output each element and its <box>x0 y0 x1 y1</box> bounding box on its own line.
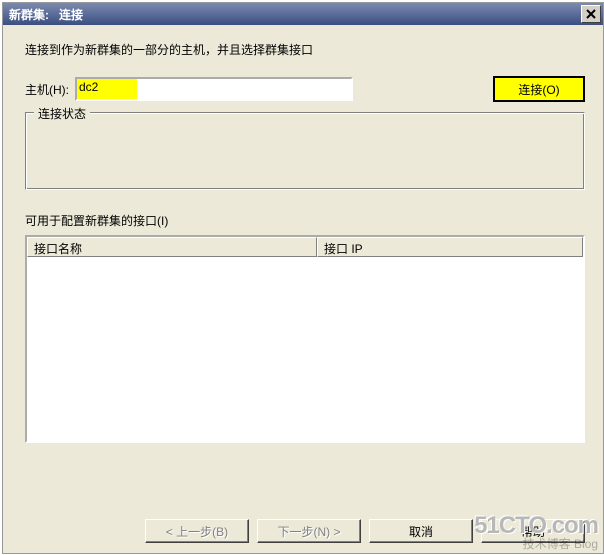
wizard-button-row: < 上一步(B) 下一步(N) > 取消 帮助 <box>3 519 603 543</box>
host-row: 主机(H): dc2 连接(O) <box>25 76 585 102</box>
status-groupbox-legend: 连接状态 <box>34 105 90 122</box>
cancel-button-label: 取消 <box>409 523 433 540</box>
close-button[interactable] <box>581 5 601 23</box>
cancel-button[interactable]: 取消 <box>369 519 473 543</box>
next-button: 下一步(N) > <box>257 519 361 543</box>
list-body <box>27 257 583 441</box>
help-button[interactable]: 帮助 <box>481 519 585 543</box>
host-input-value: dc2 <box>79 80 98 94</box>
back-button-label: < 上一步(B) <box>166 523 228 540</box>
status-groupbox: 连接状态 <box>25 112 585 190</box>
host-input[interactable]: dc2 <box>75 77 353 101</box>
client-area: 连接到作为新群集的一部分的主机，并且选择群集接口 主机(H): dc2 连接(O… <box>3 25 603 553</box>
connect-button-label: 连接(O) <box>518 81 559 98</box>
window-title: 新群集: 连接 <box>9 6 579 23</box>
titlebar: 新群集: 连接 <box>3 3 603 25</box>
available-interfaces-label: 可用于配置新群集的接口(I) <box>25 212 585 229</box>
column-header-ip[interactable]: 接口 IP <box>317 237 583 257</box>
host-label: 主机(H): <box>25 81 69 98</box>
close-icon <box>586 9 596 19</box>
dialog-window: 新群集: 连接 连接到作为新群集的一部分的主机，并且选择群集接口 主机(H): … <box>2 2 604 554</box>
column-header-name[interactable]: 接口名称 <box>27 237 317 257</box>
connect-button[interactable]: 连接(O) <box>493 76 585 102</box>
interfaces-listbox[interactable]: 接口名称 接口 IP <box>25 235 585 443</box>
list-header: 接口名称 接口 IP <box>27 237 583 257</box>
next-button-label: 下一步(N) > <box>277 523 340 540</box>
back-button: < 上一步(B) <box>145 519 249 543</box>
help-button-label: 帮助 <box>521 523 545 540</box>
instruction-text: 连接到作为新群集的一部分的主机，并且选择群集接口 <box>25 41 585 58</box>
